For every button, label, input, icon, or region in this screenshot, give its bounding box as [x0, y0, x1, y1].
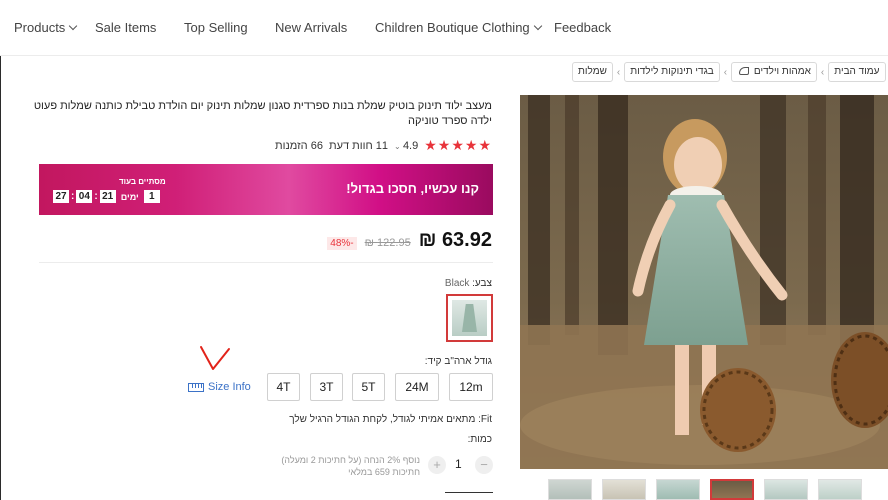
product-title: מעצב ילוד תינוק בוטיק שמלת בנות ספרדית ס… [33, 100, 492, 127]
size-label: גודל ארה"ב קיד: [424, 356, 492, 367]
nav-products[interactable]: Products [14, 20, 78, 35]
rating-row: ★★★★★ 4.9 ⌄ 11 חוות דעת 66 הזמנות [275, 137, 492, 154]
nav-products-label: Products [14, 20, 66, 35]
ruler-icon [188, 382, 204, 392]
breadcrumb-separator-icon: ‹ [616, 66, 621, 78]
discount-badge: -48% [327, 237, 357, 250]
promo-text: קנו עכשיו, חסכו בגדול! [346, 181, 479, 196]
nav-sale-items[interactable]: Sale Items [95, 20, 156, 35]
breadcrumb-mother-baby[interactable]: אמהות וילדים [731, 62, 817, 82]
thumbnail[interactable] [818, 479, 862, 500]
rating-score[interactable]: 4.9 ⌄ [394, 140, 418, 152]
rating-value: 4.9 [402, 139, 419, 152]
top-nav: Products Sale Items Top Selling New Arri… [0, 0, 888, 56]
promo-banner: קנו עכשיו, חסכו בגדול! מסתיים בעוד 27 : … [39, 164, 493, 215]
countdown-label: מסתיים בעוד [119, 177, 166, 186]
quantity-note: נוסף 2% הנחה (על חתיכות 2 ומעלה) חתיכות … [277, 454, 420, 478]
thumbnail-image [712, 481, 752, 498]
quantity-increase-button[interactable]: + [428, 456, 446, 474]
breadcrumb-infant-clothing[interactable]: בגדי תינוקות לילדות [624, 62, 720, 82]
quantity-decrease-button[interactable]: − [475, 456, 493, 474]
thumbnail-image [765, 480, 807, 499]
countdown-seconds: 27 [53, 190, 69, 203]
thumbnail-image [819, 480, 861, 499]
countdown-days-label: ימים [120, 191, 139, 202]
thumbnail[interactable] [548, 479, 592, 500]
rating-chevron-icon: ⌄ [394, 141, 403, 151]
bulk-discount-note: נוסף 2% הנחה (על חתיכות 2 ומעלה) [281, 455, 420, 465]
size-option-5t[interactable]: 5T [352, 373, 385, 401]
size-info-link[interactable]: Size Info [188, 381, 251, 393]
order-count: 66 הזמנות [275, 139, 323, 152]
nav-children-boutique[interactable]: Children Boutique Clothing [375, 20, 542, 35]
countdown-minutes: 04 [76, 190, 93, 203]
thumbnail[interactable] [656, 479, 700, 500]
breadcrumb: שמלות ‹ בגדי תינוקות לילדות ‹ אמהות וילד… [572, 61, 886, 83]
stroller-icon [739, 67, 750, 76]
thumbnail-image [603, 480, 645, 499]
cutoff-line [445, 492, 493, 500]
nav-top-selling[interactable]: Top Selling [184, 20, 248, 35]
size-option-3t[interactable]: 3T [310, 373, 343, 401]
product-main-image[interactable] [520, 95, 888, 469]
dress-thumbnail [452, 300, 487, 336]
breadcrumb-dresses[interactable]: שמלות [572, 62, 613, 82]
red-annotation-arrow-icon [200, 346, 230, 370]
breadcrumb-mother-baby-label: אמהות וילדים [753, 66, 811, 77]
color-option-selected[interactable] [446, 294, 493, 342]
breadcrumb-home[interactable]: עמוד הבית [828, 62, 886, 82]
color-label-text: צבע: [472, 278, 492, 289]
quantity-value[interactable]: 1 [455, 457, 462, 471]
thumbnail-image [657, 480, 699, 499]
breadcrumb-separator-icon: ‹ [820, 66, 825, 78]
thumbnail-selected[interactable] [710, 479, 754, 500]
girl-in-dress-photo [520, 95, 888, 469]
nav-children-boutique-label: Children Boutique Clothing [375, 20, 530, 35]
thumbnail-row [548, 479, 862, 500]
color-value: Black [444, 278, 470, 289]
stock-note: חתיכות 659 במלאי [348, 467, 420, 477]
fit-text: Fit: מתאים אמיתי לגודל, לקחת הגודל הרגיל… [289, 414, 492, 425]
countdown-days: 1 [143, 190, 160, 203]
rating-stars-icon: ★★★★★ [424, 137, 492, 153]
price-row: 63.92 ₪ 122.95 ₪ -48% [327, 229, 492, 252]
thumbnail-image [549, 480, 591, 499]
size-option-12m[interactable]: 12m [449, 373, 493, 401]
countdown-hours: 21 [99, 190, 116, 203]
chevron-down-icon [69, 21, 78, 31]
nav-new-arrivals[interactable]: New Arrivals [275, 20, 347, 35]
countdown-colon: : [94, 191, 98, 202]
nav-feedback[interactable]: Feedback [554, 20, 611, 35]
current-price: 63.92 ₪ [418, 229, 492, 251]
size-option-24m[interactable]: 24M [395, 373, 439, 401]
countdown-timer: 27 : 04 : 21 ימים 1 [53, 190, 160, 203]
thumbnail[interactable] [764, 479, 808, 500]
review-count[interactable]: 11 חוות דעת [329, 140, 388, 152]
color-label: צבע: Black [445, 278, 492, 289]
thumbnail[interactable] [602, 479, 646, 500]
quantity-label: כמות: [467, 434, 492, 445]
countdown-colon: : [71, 191, 75, 202]
size-option-4t[interactable]: 4T [267, 373, 300, 401]
size-info-label: Size Info [208, 381, 251, 393]
original-price: 122.95 ₪ [364, 237, 411, 249]
breadcrumb-separator-icon: ‹ [723, 66, 728, 78]
divider [39, 262, 493, 263]
chevron-down-icon [533, 21, 542, 31]
